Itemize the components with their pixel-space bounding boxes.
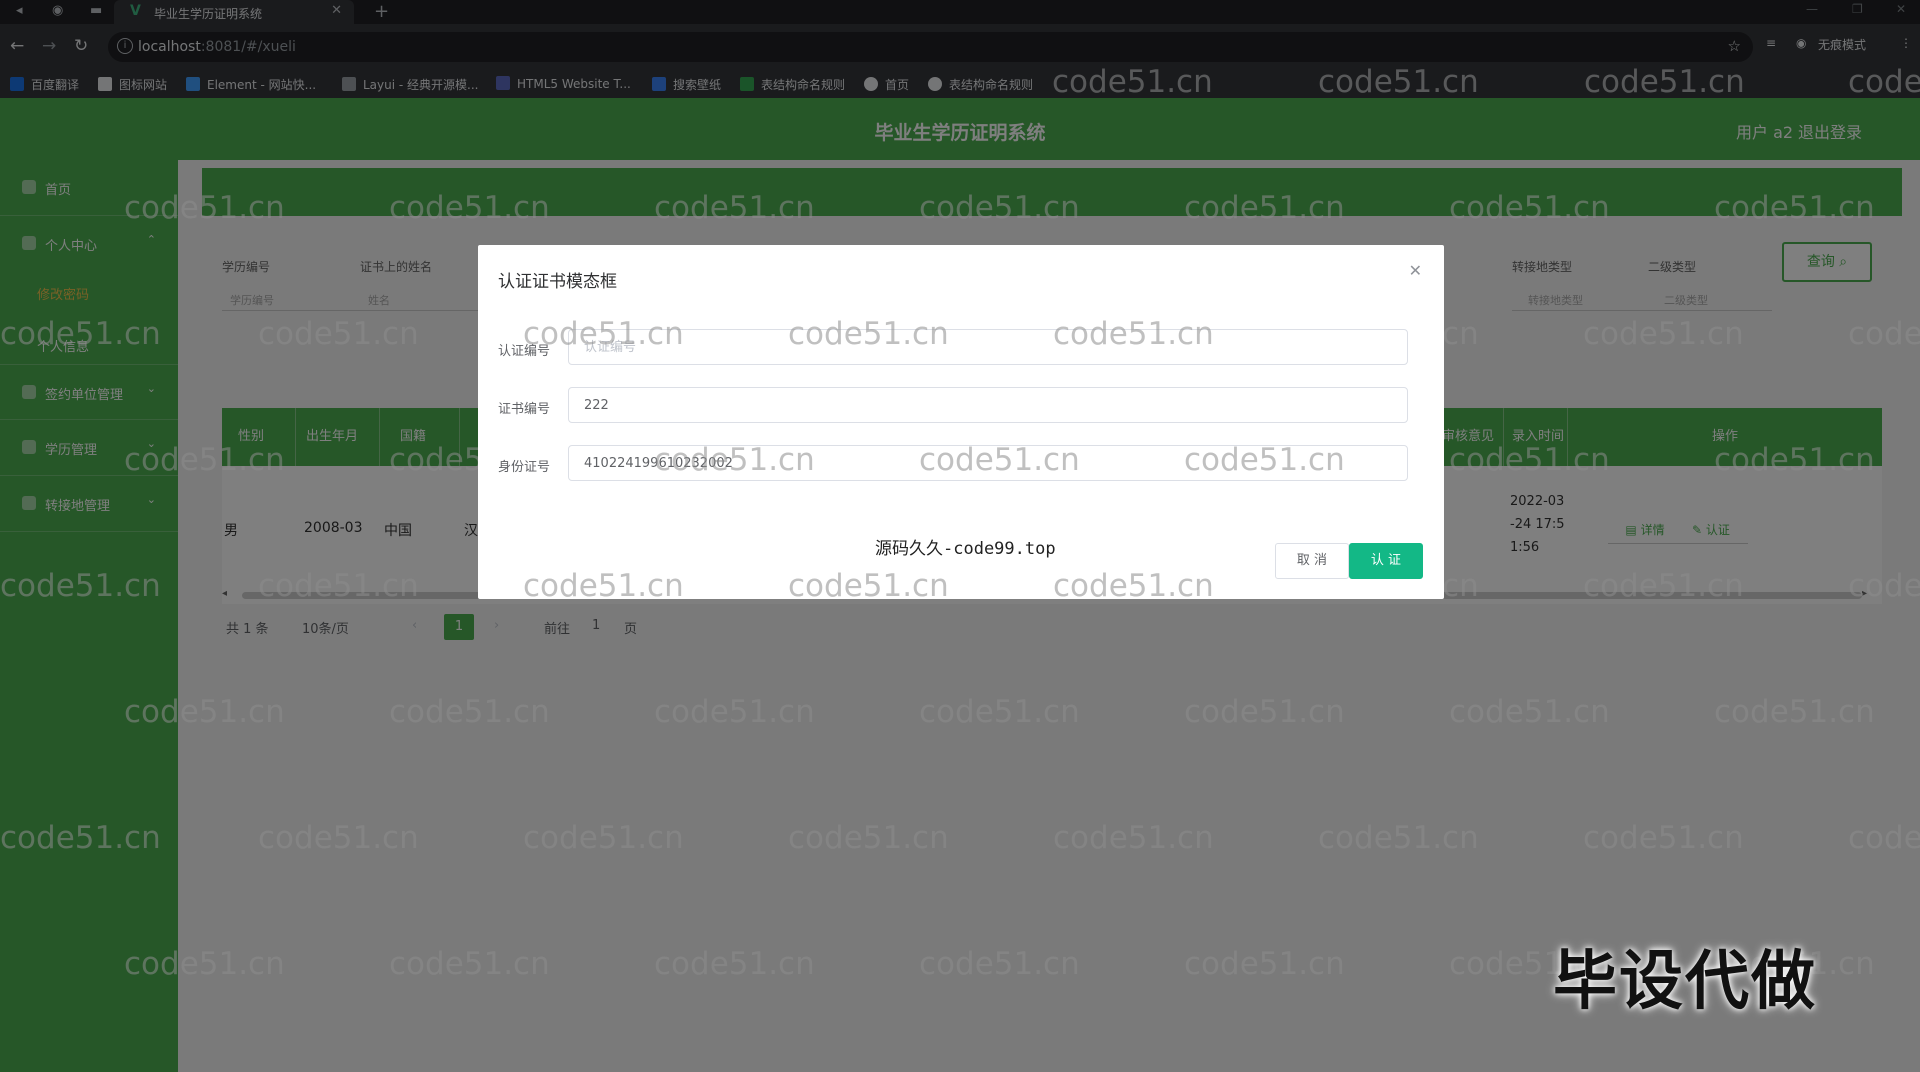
center-watermark: 源码久久-code99.top (875, 539, 1056, 559)
certificate-number-input[interactable] (568, 387, 1408, 423)
field-label: 身份证号 (498, 460, 551, 475)
field-label: 证书编号 (498, 402, 551, 417)
confirm-verify-button[interactable]: 认 证 (1349, 543, 1423, 579)
verify-number-input[interactable] (568, 329, 1408, 365)
id-number-input[interactable] (568, 445, 1408, 481)
cancel-button[interactable]: 取 消 (1275, 543, 1349, 579)
corner-watermark: 毕设代做 (1553, 945, 1817, 1019)
modal-title: 认证证书模态框 (498, 272, 617, 292)
field-label: 认证编号 (498, 344, 551, 359)
close-icon[interactable]: ✕ (1409, 261, 1422, 280)
